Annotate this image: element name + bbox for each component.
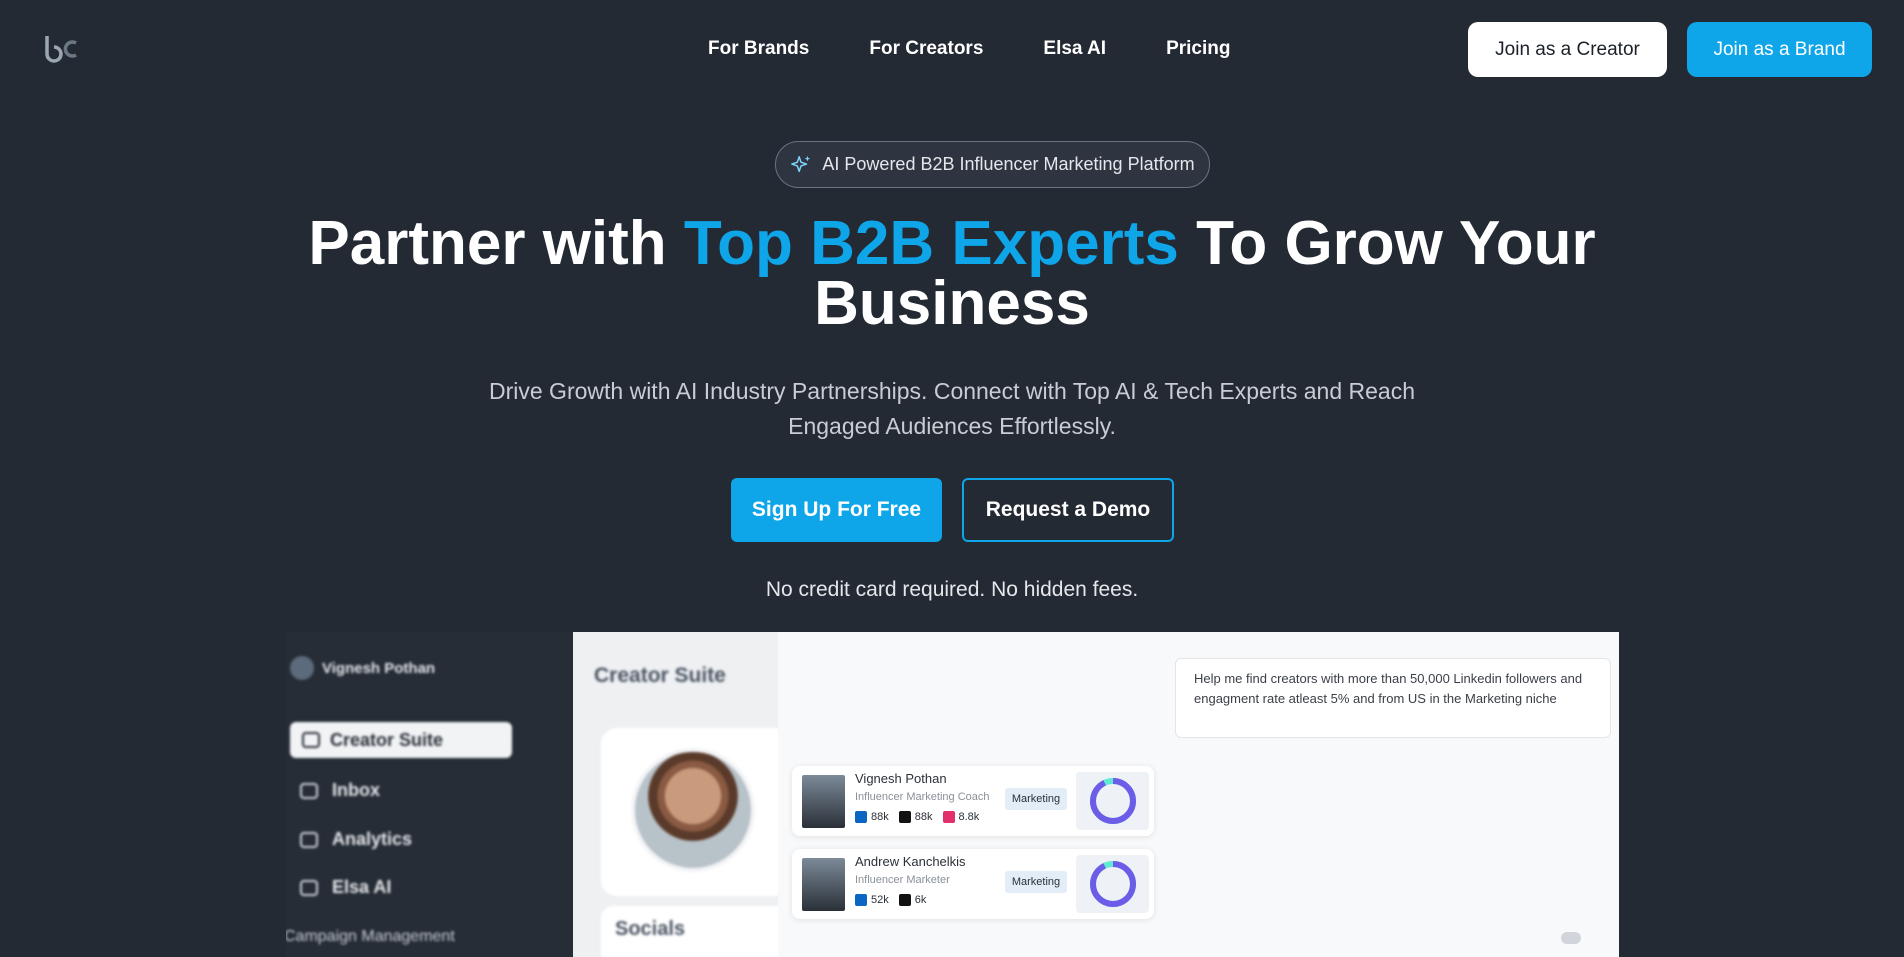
linkedin-stat: 52k — [855, 894, 889, 906]
creator-stats: 52k 6k — [855, 894, 926, 906]
creator-card: Vignesh Pothan Influencer Marketing Coac… — [792, 766, 1154, 836]
preview-main-title: Creator Suite — [594, 664, 726, 687]
creator-card: Andrew Kanchelkis Influencer Marketer 52… — [792, 849, 1154, 919]
logo-icon[interactable] — [42, 32, 84, 64]
x-stat: 88k — [898, 811, 933, 823]
hero-title-accent: Top B2B Experts — [683, 209, 1179, 278]
preview-nav-campaign-management: Campaign Management — [286, 928, 455, 945]
preview-profile-card — [601, 728, 791, 896]
x-stat: 6k — [898, 894, 927, 906]
creator-role: Influencer Marketer — [855, 874, 950, 886]
preview-user: Vignesh Pothan — [290, 656, 435, 680]
preview-prompt-box: Help me find creators with more than 50,… — [1175, 658, 1611, 738]
score-donut — [1090, 861, 1136, 907]
creator-photo — [802, 775, 845, 828]
niche-tag: Marketing — [1005, 788, 1067, 810]
join-brand-button[interactable]: Join as a Brand — [1687, 22, 1872, 77]
instagram-icon — [942, 811, 955, 823]
creator-name: Vignesh Pothan — [855, 771, 947, 786]
nav-link-for-creators[interactable]: For Creators — [869, 38, 983, 60]
x-count: 88k — [914, 811, 933, 823]
instagram-count: 8.8k — [958, 811, 980, 823]
preview-nav-analytics: Analytics — [300, 829, 412, 850]
join-creator-button[interactable]: Join as a Creator — [1468, 22, 1667, 77]
creator-photo — [802, 858, 845, 911]
scroll-indicator[interactable] — [1561, 932, 1581, 944]
profile-photo — [631, 748, 755, 872]
x-count: 6k — [914, 894, 927, 906]
linkedin-count: 88k — [871, 811, 889, 823]
preview-nav-inbox: Inbox — [300, 780, 380, 801]
preview-sidebar: Vignesh Pothan Creator Suite Inbox Analy… — [286, 632, 573, 957]
linkedin-count: 52k — [871, 894, 889, 906]
message-icon — [300, 782, 318, 799]
linkedin-stat: 88k — [855, 811, 889, 823]
bot-icon — [300, 879, 318, 896]
preview-nav-label: Analytics — [332, 829, 413, 849]
preview-nav-label: Elsa AI — [332, 877, 392, 897]
preview-socials-card: Socials — [601, 906, 791, 957]
creator-role: Influencer Marketing Coach — [855, 791, 990, 803]
creator-stats: 88k 88k 8.8k — [855, 811, 979, 823]
preview-nav-label: Creator Suite — [330, 729, 444, 750]
hero-title-part1: Partner with — [308, 209, 684, 278]
top-nav: For Brands For Creators Elsa AI Pricing … — [0, 0, 1904, 100]
hero-subtitle: Drive Growth with AI Industry Partnershi… — [489, 378, 1415, 439]
score-box — [1076, 772, 1149, 830]
sparkle-icon — [791, 155, 811, 172]
analytics-icon — [300, 831, 318, 848]
instagram-stat: 8.8k — [942, 811, 980, 823]
preview-nav-elsa-ai: Elsa AI — [300, 877, 391, 898]
preview-main-panel: Creator Suite Socials — [573, 632, 791, 957]
preview-user-name: Vignesh Pothan — [322, 659, 436, 677]
hero-badge-label: AI Powered B2B Influencer Marketing Plat… — [822, 154, 1195, 174]
preview-ai-panel: Help me find creators with more than 50,… — [778, 632, 1619, 957]
preview-socials-title: Socials — [615, 918, 686, 940]
nav-link-elsa-ai[interactable]: Elsa AI — [1043, 38, 1106, 60]
sign-up-button[interactable]: Sign Up For Free — [731, 478, 942, 542]
hero-title: Partner with Top B2B Experts To Grow You… — [300, 213, 1604, 335]
nav-link-for-brands[interactable]: For Brands — [708, 38, 809, 60]
linkedin-icon — [855, 894, 867, 906]
preview-nav-label: Inbox — [332, 780, 380, 800]
hero-badge: AI Powered B2B Influencer Marketing Plat… — [775, 141, 1210, 188]
preview-nav-creator-suite: Creator Suite — [290, 722, 512, 758]
score-donut — [1090, 778, 1136, 824]
nav-link-pricing[interactable]: Pricing — [1166, 38, 1230, 60]
request-demo-button[interactable]: Request a Demo — [962, 478, 1174, 542]
no-credit-card-note: No credit card required. No hidden fees. — [765, 578, 1139, 601]
x-icon — [898, 811, 911, 823]
linkedin-icon — [855, 811, 867, 823]
score-box — [1076, 855, 1149, 913]
nav-links: For Brands For Creators Elsa AI Pricing — [708, 38, 1230, 60]
product-preview: Vignesh Pothan Creator Suite Inbox Analy… — [286, 632, 1619, 957]
x-icon — [898, 894, 911, 906]
niche-tag: Marketing — [1005, 871, 1067, 893]
creator-name: Andrew Kanchelkis — [855, 854, 966, 869]
home-icon — [302, 732, 320, 748]
avatar — [290, 656, 314, 680]
